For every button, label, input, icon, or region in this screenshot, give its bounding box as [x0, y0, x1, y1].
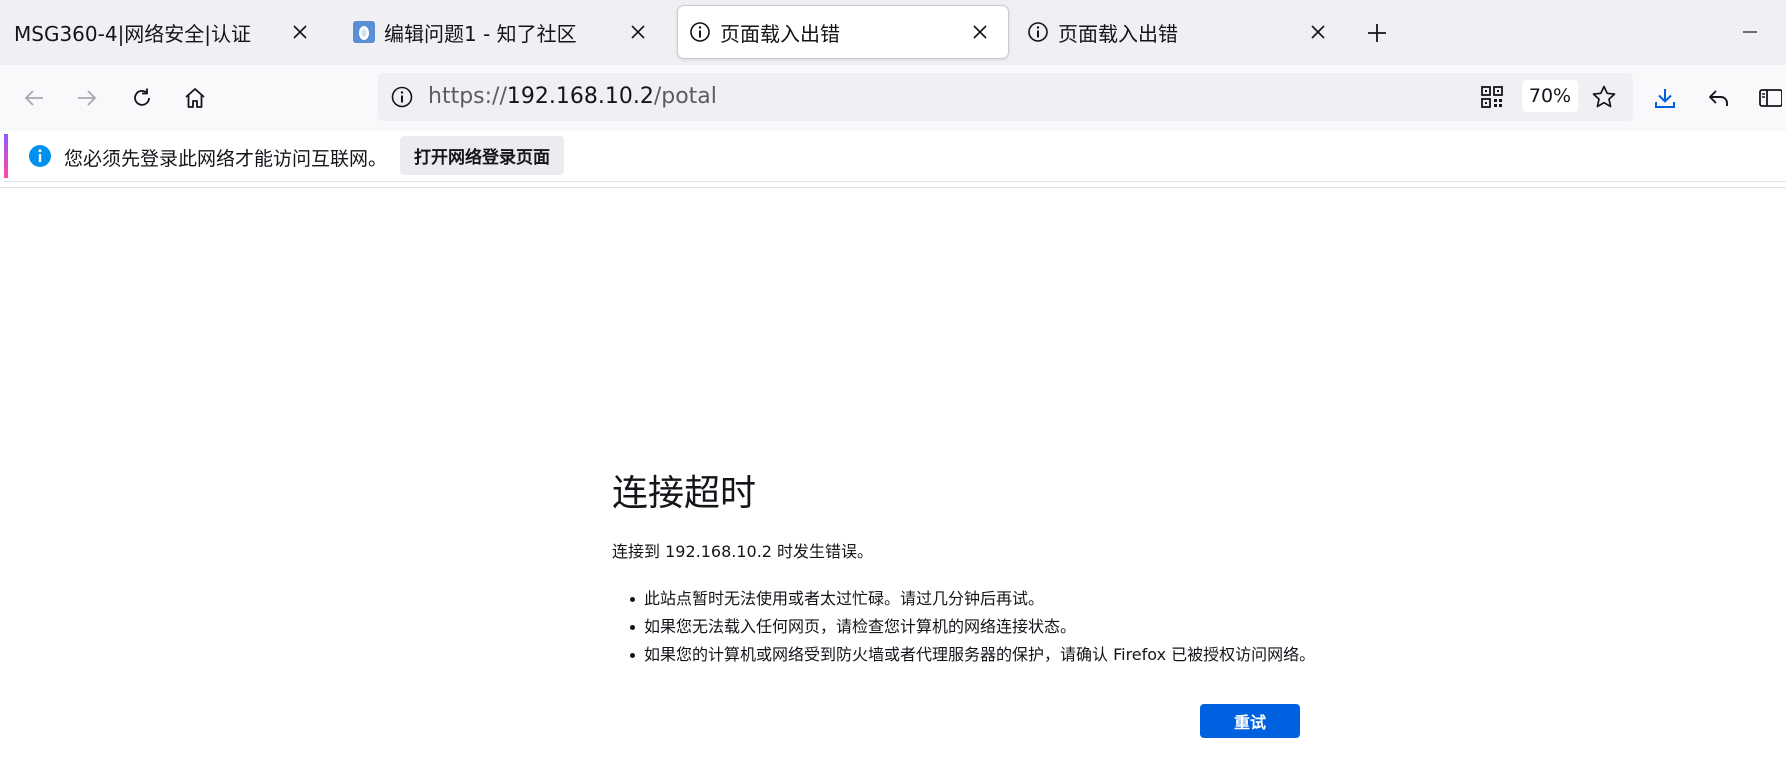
- zoom-level-badge[interactable]: 70%: [1522, 80, 1578, 112]
- error-title: 连接超时: [612, 473, 757, 514]
- sidebar-toggle-icon[interactable]: [1754, 82, 1786, 114]
- url-scheme: https://: [428, 84, 507, 109]
- url-text[interactable]: https://192.168.10.2/potal: [428, 84, 717, 109]
- download-icon[interactable]: [1649, 82, 1681, 114]
- tab-error[interactable]: 页面载入出错: [1016, 6, 1346, 58]
- home-icon[interactable]: [179, 82, 211, 114]
- suggestion-item: 如果您无法载入任何网页，请检查您计算机的网络连接状态。: [612, 616, 1315, 644]
- content-divider: [0, 187, 1786, 188]
- undo-back-icon[interactable]: [1703, 82, 1735, 114]
- error-description: 连接到 192.168.10.2 时发生错误。: [612, 542, 874, 561]
- retry-button[interactable]: 重试: [1200, 704, 1300, 738]
- error-suggestions: 此站点暂时无法使用或者太过忙碌。请过几分钟后再试。 如果您无法载入任何网页，请检…: [612, 588, 1315, 672]
- close-icon[interactable]: [1306, 20, 1330, 44]
- new-tab-plus-icon[interactable]: [1362, 18, 1392, 48]
- close-icon[interactable]: [626, 20, 650, 44]
- suggestion-item: 如果您的计算机或网络受到防火墙或者代理服务器的保护，请确认 Firefox 已被…: [612, 644, 1315, 672]
- suggestion-item: 此站点暂时无法使用或者太过忙碌。请过几分钟后再试。: [612, 588, 1315, 616]
- qr-code-icon[interactable]: [1478, 83, 1506, 111]
- url-host: 192.168.10.2: [506, 84, 654, 109]
- minimize-icon[interactable]: [1738, 20, 1762, 44]
- info-icon: [1026, 20, 1050, 44]
- tab-title: 编辑问题1 - 知了社区: [384, 21, 577, 46]
- close-icon[interactable]: [968, 20, 992, 44]
- navigation-toolbar: https://192.168.10.2/potal 70%: [0, 65, 1786, 131]
- tab-title: 页面载入出错: [720, 21, 840, 46]
- url-bar[interactable]: https://192.168.10.2/potal 70%: [378, 73, 1633, 121]
- tab-title: 页面载入出错: [1058, 21, 1178, 46]
- tab-zhiliao[interactable]: 编辑问题1 - 知了社区: [344, 6, 666, 58]
- bookmark-star-icon[interactable]: [1590, 83, 1618, 111]
- back-arrow-icon[interactable]: [18, 82, 50, 114]
- info-icon: [28, 144, 52, 168]
- url-path: /potal: [653, 84, 717, 109]
- tab-error-active[interactable]: 页面载入出错: [678, 6, 1008, 58]
- notification-message: 您必须先登录此网络才能访问互联网。: [64, 148, 388, 170]
- notification-accent: [4, 134, 8, 178]
- forward-arrow-icon[interactable]: [71, 82, 103, 114]
- reload-icon[interactable]: [126, 82, 158, 114]
- close-icon[interactable]: [288, 20, 312, 44]
- info-icon: [688, 20, 712, 44]
- tab-msg360[interactable]: MSG360-4|网络安全|认证: [6, 6, 328, 58]
- open-login-page-button[interactable]: 打开网络登录页面: [400, 136, 564, 175]
- tab-title: MSG360-4|网络安全|认证: [14, 21, 252, 46]
- captive-portal-notification: 您必须先登录此网络才能访问互联网。 打开网络登录页面: [4, 131, 1786, 182]
- info-icon[interactable]: [388, 83, 416, 111]
- site-logo-icon: [352, 20, 376, 44]
- tab-strip: MSG360-4|网络安全|认证 编辑问题1 - 知了社区 页面载入出错 页面载…: [0, 0, 1786, 65]
